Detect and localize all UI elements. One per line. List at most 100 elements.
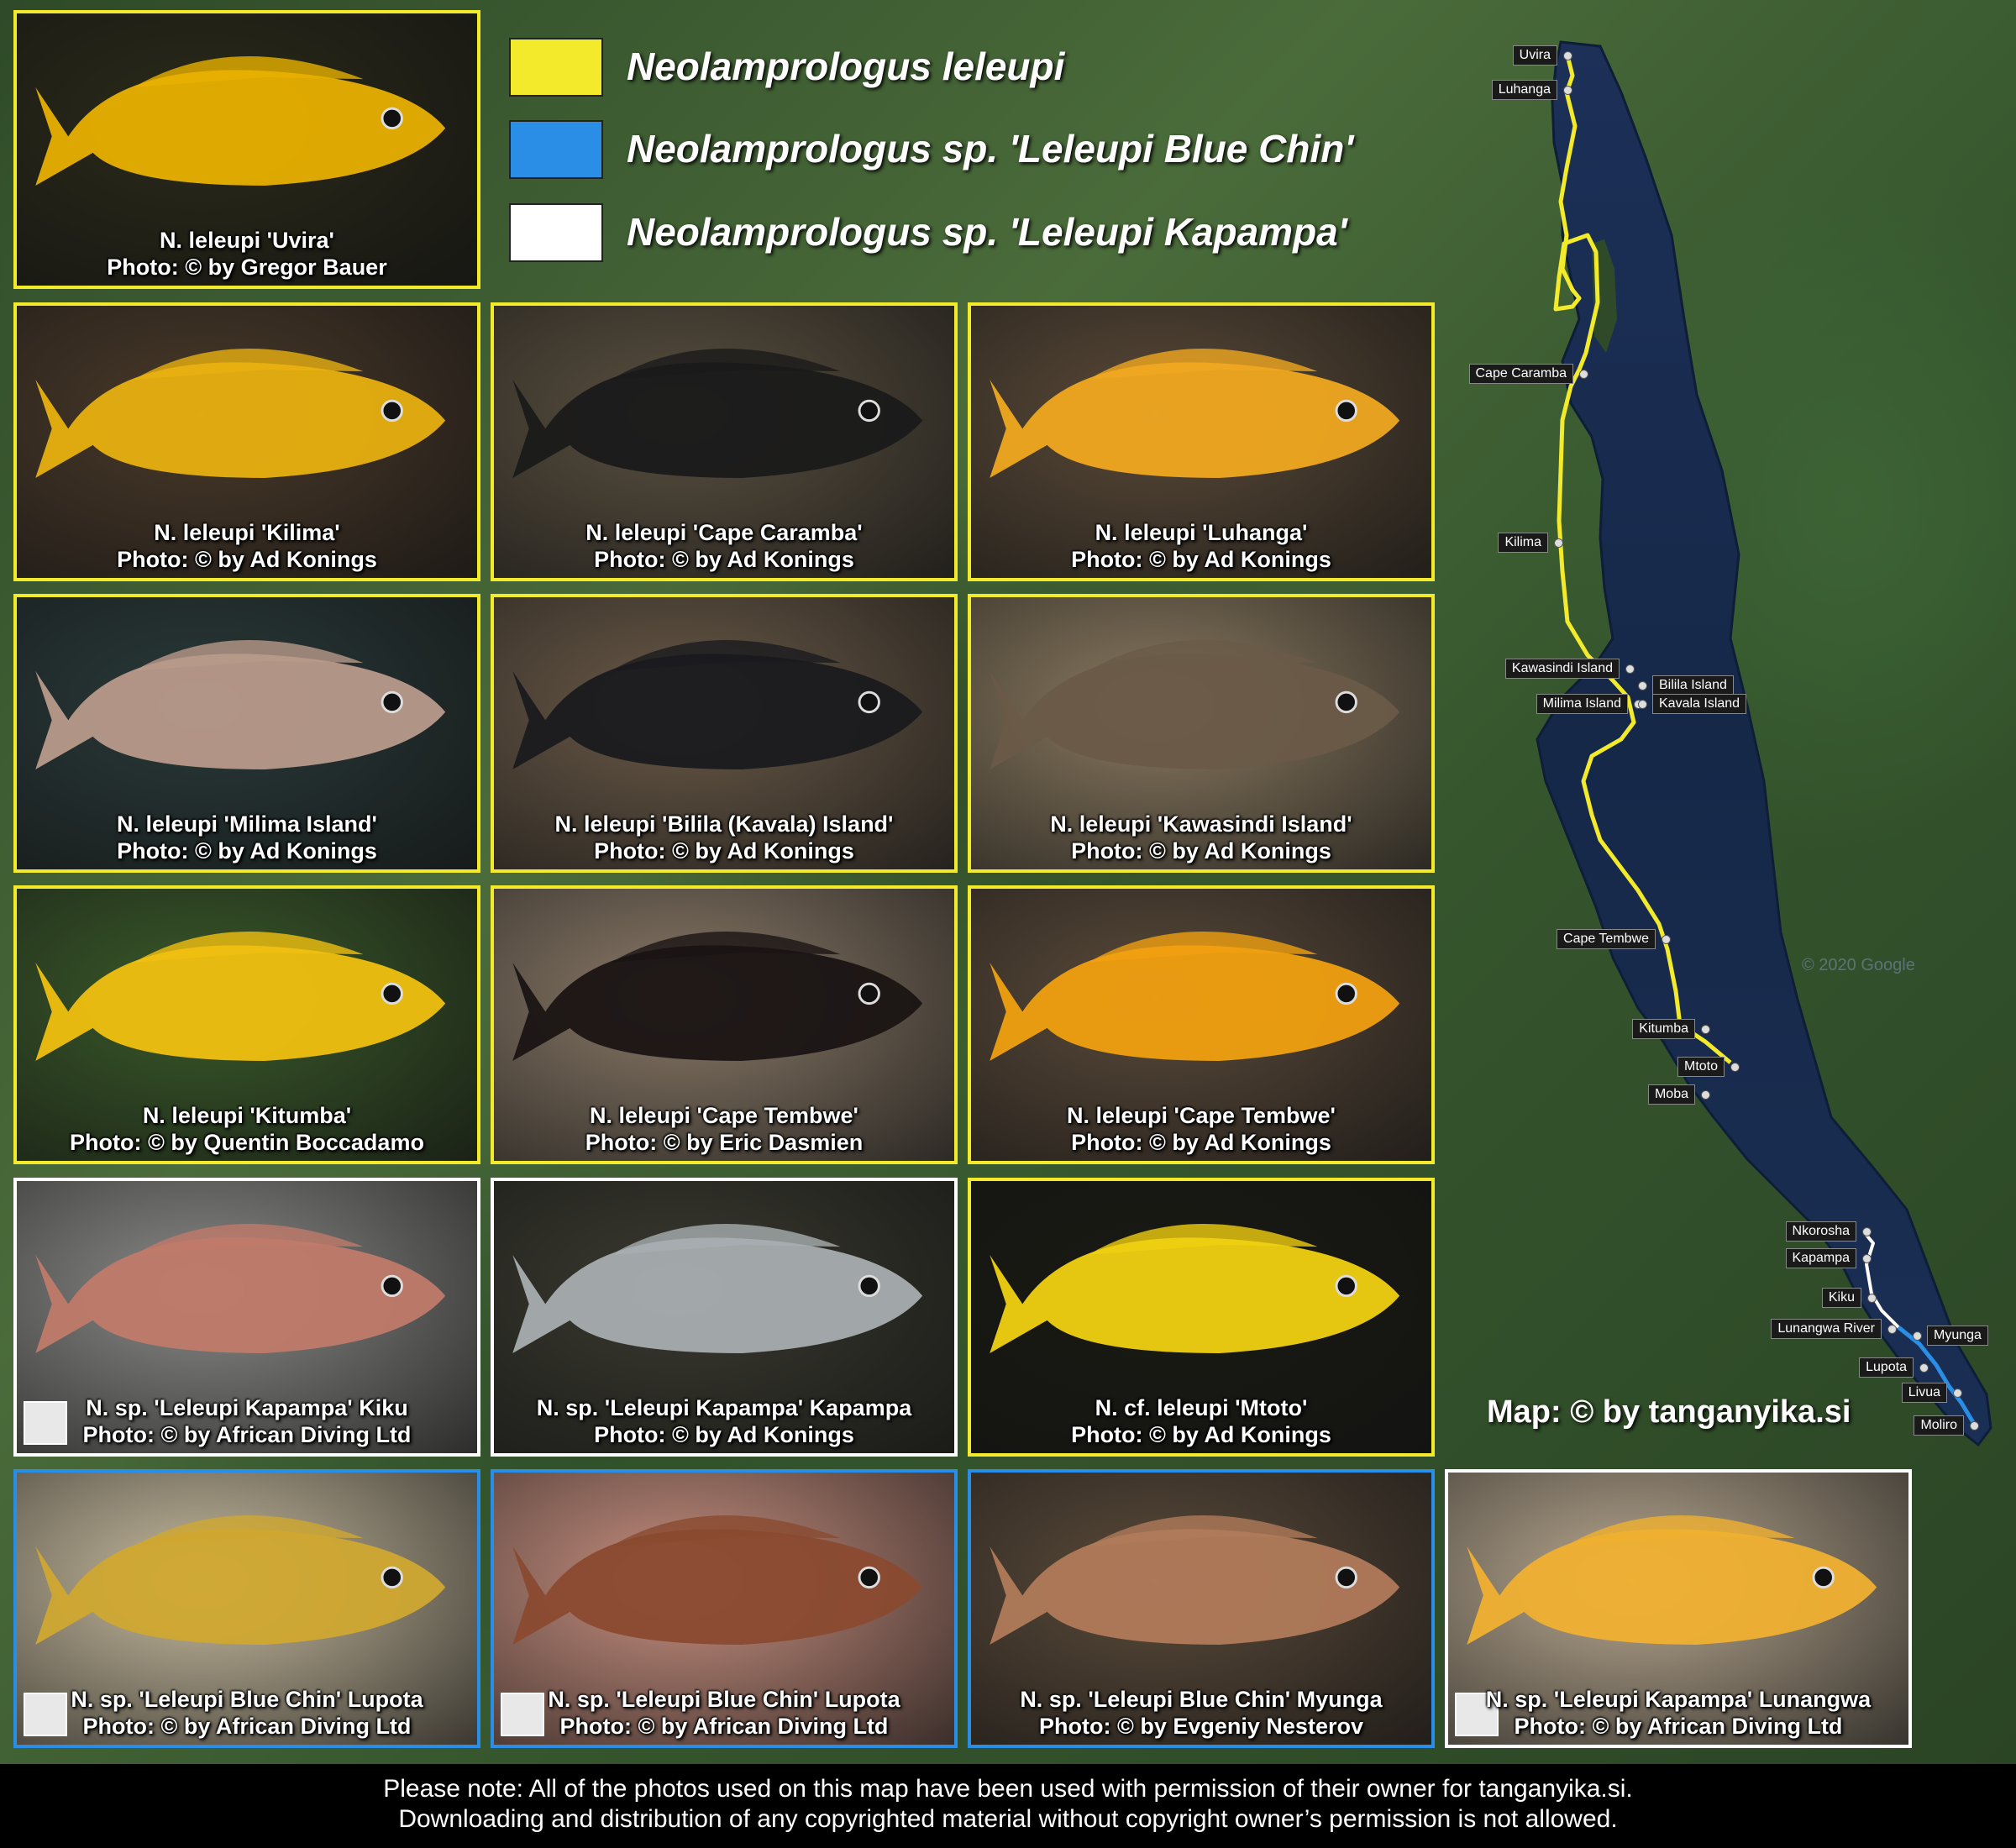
location-marker-icon (1919, 1363, 1929, 1373)
photo-title: N. sp. 'Leleupi Blue Chin' Myunga (1020, 1687, 1383, 1712)
fish-body (35, 945, 446, 1061)
fish-eye (1335, 690, 1357, 714)
fish-eye (381, 690, 403, 714)
photo-credit: Photo: © by Quentin Boccadamo (70, 1130, 424, 1155)
fish-body (512, 362, 923, 478)
fish-body (35, 70, 446, 186)
fish-body (990, 654, 1400, 769)
legend-swatch-0 (509, 38, 603, 97)
photo-credit: Photo: © by Ad Konings (594, 1422, 854, 1447)
photo-title: N. sp. 'Leleupi Kapampa' Lunangwa (1485, 1687, 1872, 1712)
fish-eye (858, 1566, 880, 1589)
location-marker-icon (1638, 681, 1647, 690)
fish-photo-card[interactable]: N. sp. 'Leleupi Kapampa' Kiku Photo: © by… (13, 1178, 480, 1457)
photo-caption: N. leleupi 'Uvira' Photo: © by Gregor Bau… (17, 227, 477, 281)
location-label: Kavala Island (1652, 694, 1747, 714)
photo-credit: Photo: © by Ad Konings (1071, 1422, 1331, 1447)
photo-credit: Photo: © by African Diving Ltd (82, 1422, 412, 1447)
fish-eye (381, 1274, 403, 1298)
location-marker-icon (1953, 1389, 1962, 1398)
location-label: Kawasindi Island (1504, 659, 1620, 679)
fish-photo-card[interactable]: N. leleupi 'Cape Tembwe' Photo: © by Ad K… (968, 885, 1435, 1164)
location-marker-icon (1701, 1090, 1710, 1100)
location-marker-icon (1563, 51, 1572, 60)
location-label: Kiku (1821, 1288, 1861, 1308)
map-credit: Map: © by tanganyika.si (1487, 1394, 1851, 1430)
location-marker-icon (1862, 1227, 1872, 1236)
fish-photo-card[interactable]: N. sp. 'Leleupi Blue Chin' Myunga Photo: … (968, 1469, 1435, 1748)
fish-body (35, 654, 446, 769)
fish-eye (858, 1274, 880, 1298)
fish-body (512, 945, 923, 1061)
fish-photo-card[interactable]: N. leleupi 'Kawasindi Island' Photo: © by… (968, 594, 1435, 873)
photo-credit: Photo: © by Ad Konings (1071, 838, 1331, 864)
fish-body (35, 1529, 446, 1645)
fish-photo-card[interactable]: N. sp. 'Leleupi Kapampa' Kapampa Photo: ©… (491, 1178, 958, 1457)
fish-eye (1335, 982, 1357, 1005)
location-label: Luhanga (1491, 80, 1557, 100)
fish-photo-card[interactable]: N. sp. 'Leleupi Blue Chin' Lupota Photo: … (491, 1469, 958, 1748)
footer-line-1: Please note: All of the photos used on t… (383, 1775, 1633, 1803)
photo-caption: N. leleupi 'Luhanga' Photo: © by Ad Konin… (971, 519, 1431, 573)
map-watermark: © 2020 Google (1802, 956, 1915, 974)
location-marker-icon (1862, 1254, 1872, 1263)
photo-caption: N. leleupi 'Kitumba' Photo: © by Quentin … (17, 1102, 477, 1156)
legend-label-2: Neolamprologus sp. 'Leleupi Kapampa' (627, 210, 1347, 254)
location-marker-icon (1662, 935, 1671, 944)
photo-caption: N. leleupi 'Cape Tembwe' Photo: © by Ad K… (971, 1102, 1431, 1156)
location-label: Kilima (1498, 533, 1548, 553)
location-marker-icon (1563, 86, 1572, 95)
photo-credit: Photo: © by Ad Konings (117, 547, 377, 572)
photo-title: N. leleupi 'Bilila (Kavala) Island' (554, 811, 894, 837)
fish-photo-card[interactable]: N. leleupi 'Kilima' Photo: © by Ad Koning… (13, 302, 480, 581)
fish-photo-card[interactable]: N. sp. 'Leleupi Kapampa' Lunangwa Photo: … (1445, 1469, 1912, 1748)
photo-credit: Photo: © by Ad Konings (594, 838, 854, 864)
fish-body (512, 654, 923, 769)
map-canvas: © 2020 Google Neolamprologus leleupi Neol… (0, 0, 2016, 1848)
location-marker-icon (1913, 1331, 1922, 1341)
location-label: Nkorosha (1785, 1221, 1856, 1242)
photo-title: N. leleupi 'Kawasindi Island' (1050, 811, 1352, 837)
location-marker-icon (1887, 1325, 1897, 1334)
fish-photo-card[interactable]: N. leleupi 'Uvira' Photo: © by Gregor Bau… (13, 10, 480, 289)
photo-title: N. leleupi 'Cape Tembwe' (1067, 1103, 1336, 1128)
photo-title: N. leleupi 'Milima Island' (117, 811, 377, 837)
photo-caption: N. sp. 'Leleupi Kapampa' Kapampa Photo: ©… (494, 1394, 954, 1448)
fish-photo-card[interactable]: N. leleupi 'Cape Caramba' Photo: © by Ad … (491, 302, 958, 581)
fish-photo-card[interactable]: N. leleupi 'Luhanga' Photo: © by Ad Konin… (968, 302, 1435, 581)
location-marker-icon (1867, 1294, 1877, 1303)
location-label: Kitumba (1632, 1019, 1695, 1039)
photo-title: N. leleupi 'Cape Tembwe' (590, 1103, 858, 1128)
legend-swatch-2 (509, 203, 603, 262)
location-label: Myunga (1927, 1326, 1988, 1346)
fish-photo-card[interactable]: N. leleupi 'Kitumba' Photo: © by Quentin … (13, 885, 480, 1164)
fish-photo-card[interactable]: N. sp. 'Leleupi Blue Chin' Lupota Photo: … (13, 1469, 480, 1748)
photo-credit: Photo: © by Ad Konings (1071, 547, 1331, 572)
fish-body (35, 1237, 446, 1353)
location-marker-icon (1970, 1421, 1979, 1431)
photo-title: N. sp. 'Leleupi Blue Chin' Lupota (71, 1687, 423, 1712)
location-marker-icon (1701, 1025, 1710, 1034)
photo-credit: Photo: © by Evgeniy Nesterov (1039, 1714, 1363, 1739)
photo-title: N. leleupi 'Kilima' (154, 520, 340, 545)
fish-body (512, 1529, 923, 1645)
photo-caption: N. sp. 'Leleupi Kapampa' Lunangwa Photo: … (1448, 1686, 1908, 1740)
photo-credit: Photo: © by Gregor Bauer (107, 255, 387, 280)
fish-body (512, 1237, 923, 1353)
fish-eye (858, 399, 880, 423)
fish-photo-card[interactable]: N. leleupi 'Bilila (Kavala) Island' Photo… (491, 594, 958, 873)
photo-title: N. cf. leleupi 'Mtoto' (1095, 1395, 1308, 1420)
fish-body (990, 1529, 1400, 1645)
fish-photo-card[interactable]: N. leleupi 'Cape Tembwe' Photo: © by Eric… (491, 885, 958, 1164)
fish-eye (381, 1566, 403, 1589)
fish-photo-card[interactable]: N. leleupi 'Milima Island' Photo: © by Ad… (13, 594, 480, 873)
legend-swatch-1 (509, 120, 603, 179)
fish-photo-card[interactable]: N. cf. leleupi 'Mtoto' Photo: © by Ad Kon… (968, 1178, 1435, 1457)
photo-caption: N. sp. 'Leleupi Blue Chin' Myunga Photo: … (971, 1686, 1431, 1740)
photo-caption: N. leleupi 'Cape Tembwe' Photo: © by Eric… (494, 1102, 954, 1156)
location-label: Cape Tembwe (1557, 929, 1656, 949)
fish-body (35, 362, 446, 478)
photo-caption: N. leleupi 'Kilima' Photo: © by Ad Koning… (17, 519, 477, 573)
legend-label-0: Neolamprologus leleupi (627, 45, 1065, 88)
location-marker-icon (1730, 1063, 1740, 1072)
